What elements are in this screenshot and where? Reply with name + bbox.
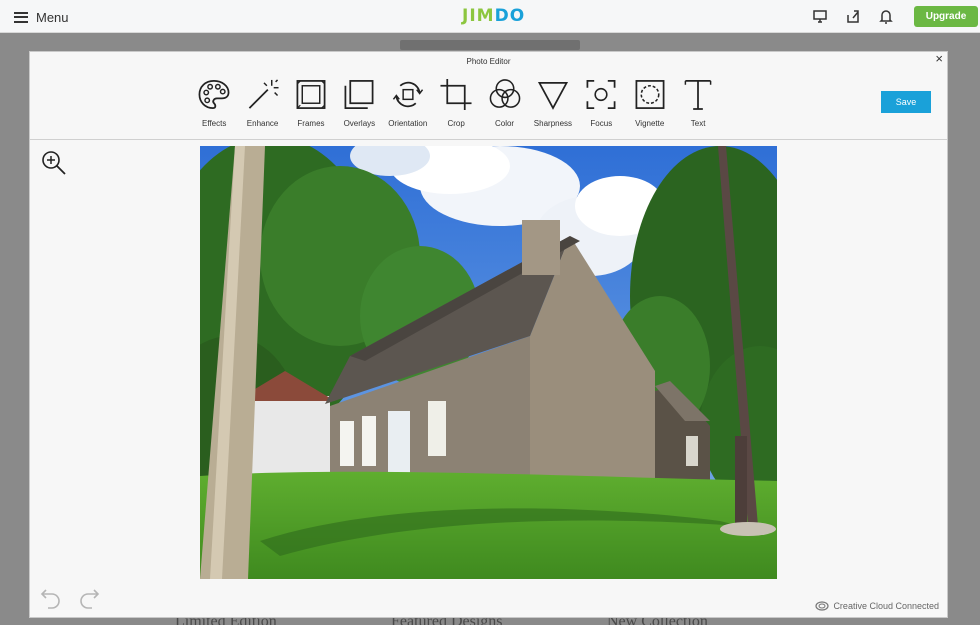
tool-color[interactable]: Color xyxy=(480,78,528,128)
jimdo-logo: JIMDO xyxy=(462,6,526,26)
save-button[interactable]: Save xyxy=(881,91,931,113)
tool-sharpness[interactable]: Sharpness xyxy=(529,78,577,128)
upgrade-button[interactable]: Upgrade xyxy=(914,6,978,27)
editor-title: Photo Editor xyxy=(466,57,511,66)
desktop-icon[interactable] xyxy=(811,7,829,25)
hamburger-icon xyxy=(14,11,28,23)
tool-overlays[interactable]: Overlays xyxy=(335,78,383,128)
creative-cloud-icon xyxy=(815,601,830,611)
tool-enhance[interactable]: Enhance xyxy=(238,78,286,128)
crop-icon xyxy=(440,78,472,111)
photo-canvas[interactable] xyxy=(200,146,777,579)
top-bar: Menu JIMDO Upgrade xyxy=(0,0,980,33)
magic-wand-icon xyxy=(248,79,279,109)
bell-icon[interactable] xyxy=(877,7,895,25)
tool-text[interactable]: Text xyxy=(674,78,722,128)
creative-cloud-label: Creative Cloud Connected xyxy=(833,601,939,611)
editor-toolbar: Effects Enhance Frames Overlays Orientat… xyxy=(190,78,722,128)
rotate-icon xyxy=(392,81,423,108)
tool-vignette[interactable]: Vignette xyxy=(626,78,674,128)
menu-button[interactable]: Menu xyxy=(14,7,69,27)
redo-icon[interactable] xyxy=(78,586,102,610)
tool-focus[interactable]: Focus xyxy=(577,78,625,128)
background-page-title xyxy=(400,40,580,50)
palette-icon xyxy=(198,80,230,109)
zoom-in-icon[interactable] xyxy=(41,150,67,176)
close-button[interactable]: × xyxy=(935,52,943,65)
vignette-icon xyxy=(635,80,665,109)
tool-frames[interactable]: Frames xyxy=(287,78,335,128)
tool-crop[interactable]: Crop xyxy=(432,78,480,128)
triangle-icon xyxy=(537,81,568,110)
share-icon[interactable] xyxy=(844,7,862,25)
toolbar-divider xyxy=(30,139,947,140)
menu-label: Menu xyxy=(36,9,69,25)
focus-icon xyxy=(586,80,616,109)
tool-orientation[interactable]: Orientation xyxy=(384,78,432,128)
photo-editor-modal: Photo Editor × Effects Enhance Frames Ov… xyxy=(29,51,948,618)
undo-icon[interactable] xyxy=(38,586,62,610)
text-icon xyxy=(684,80,712,110)
frame-icon xyxy=(296,80,326,109)
tool-effects[interactable]: Effects xyxy=(190,78,238,128)
house-photo xyxy=(200,146,777,579)
creative-cloud-status: Creative Cloud Connected xyxy=(815,601,939,611)
overlays-icon xyxy=(344,80,374,109)
color-circles-icon xyxy=(489,79,520,108)
